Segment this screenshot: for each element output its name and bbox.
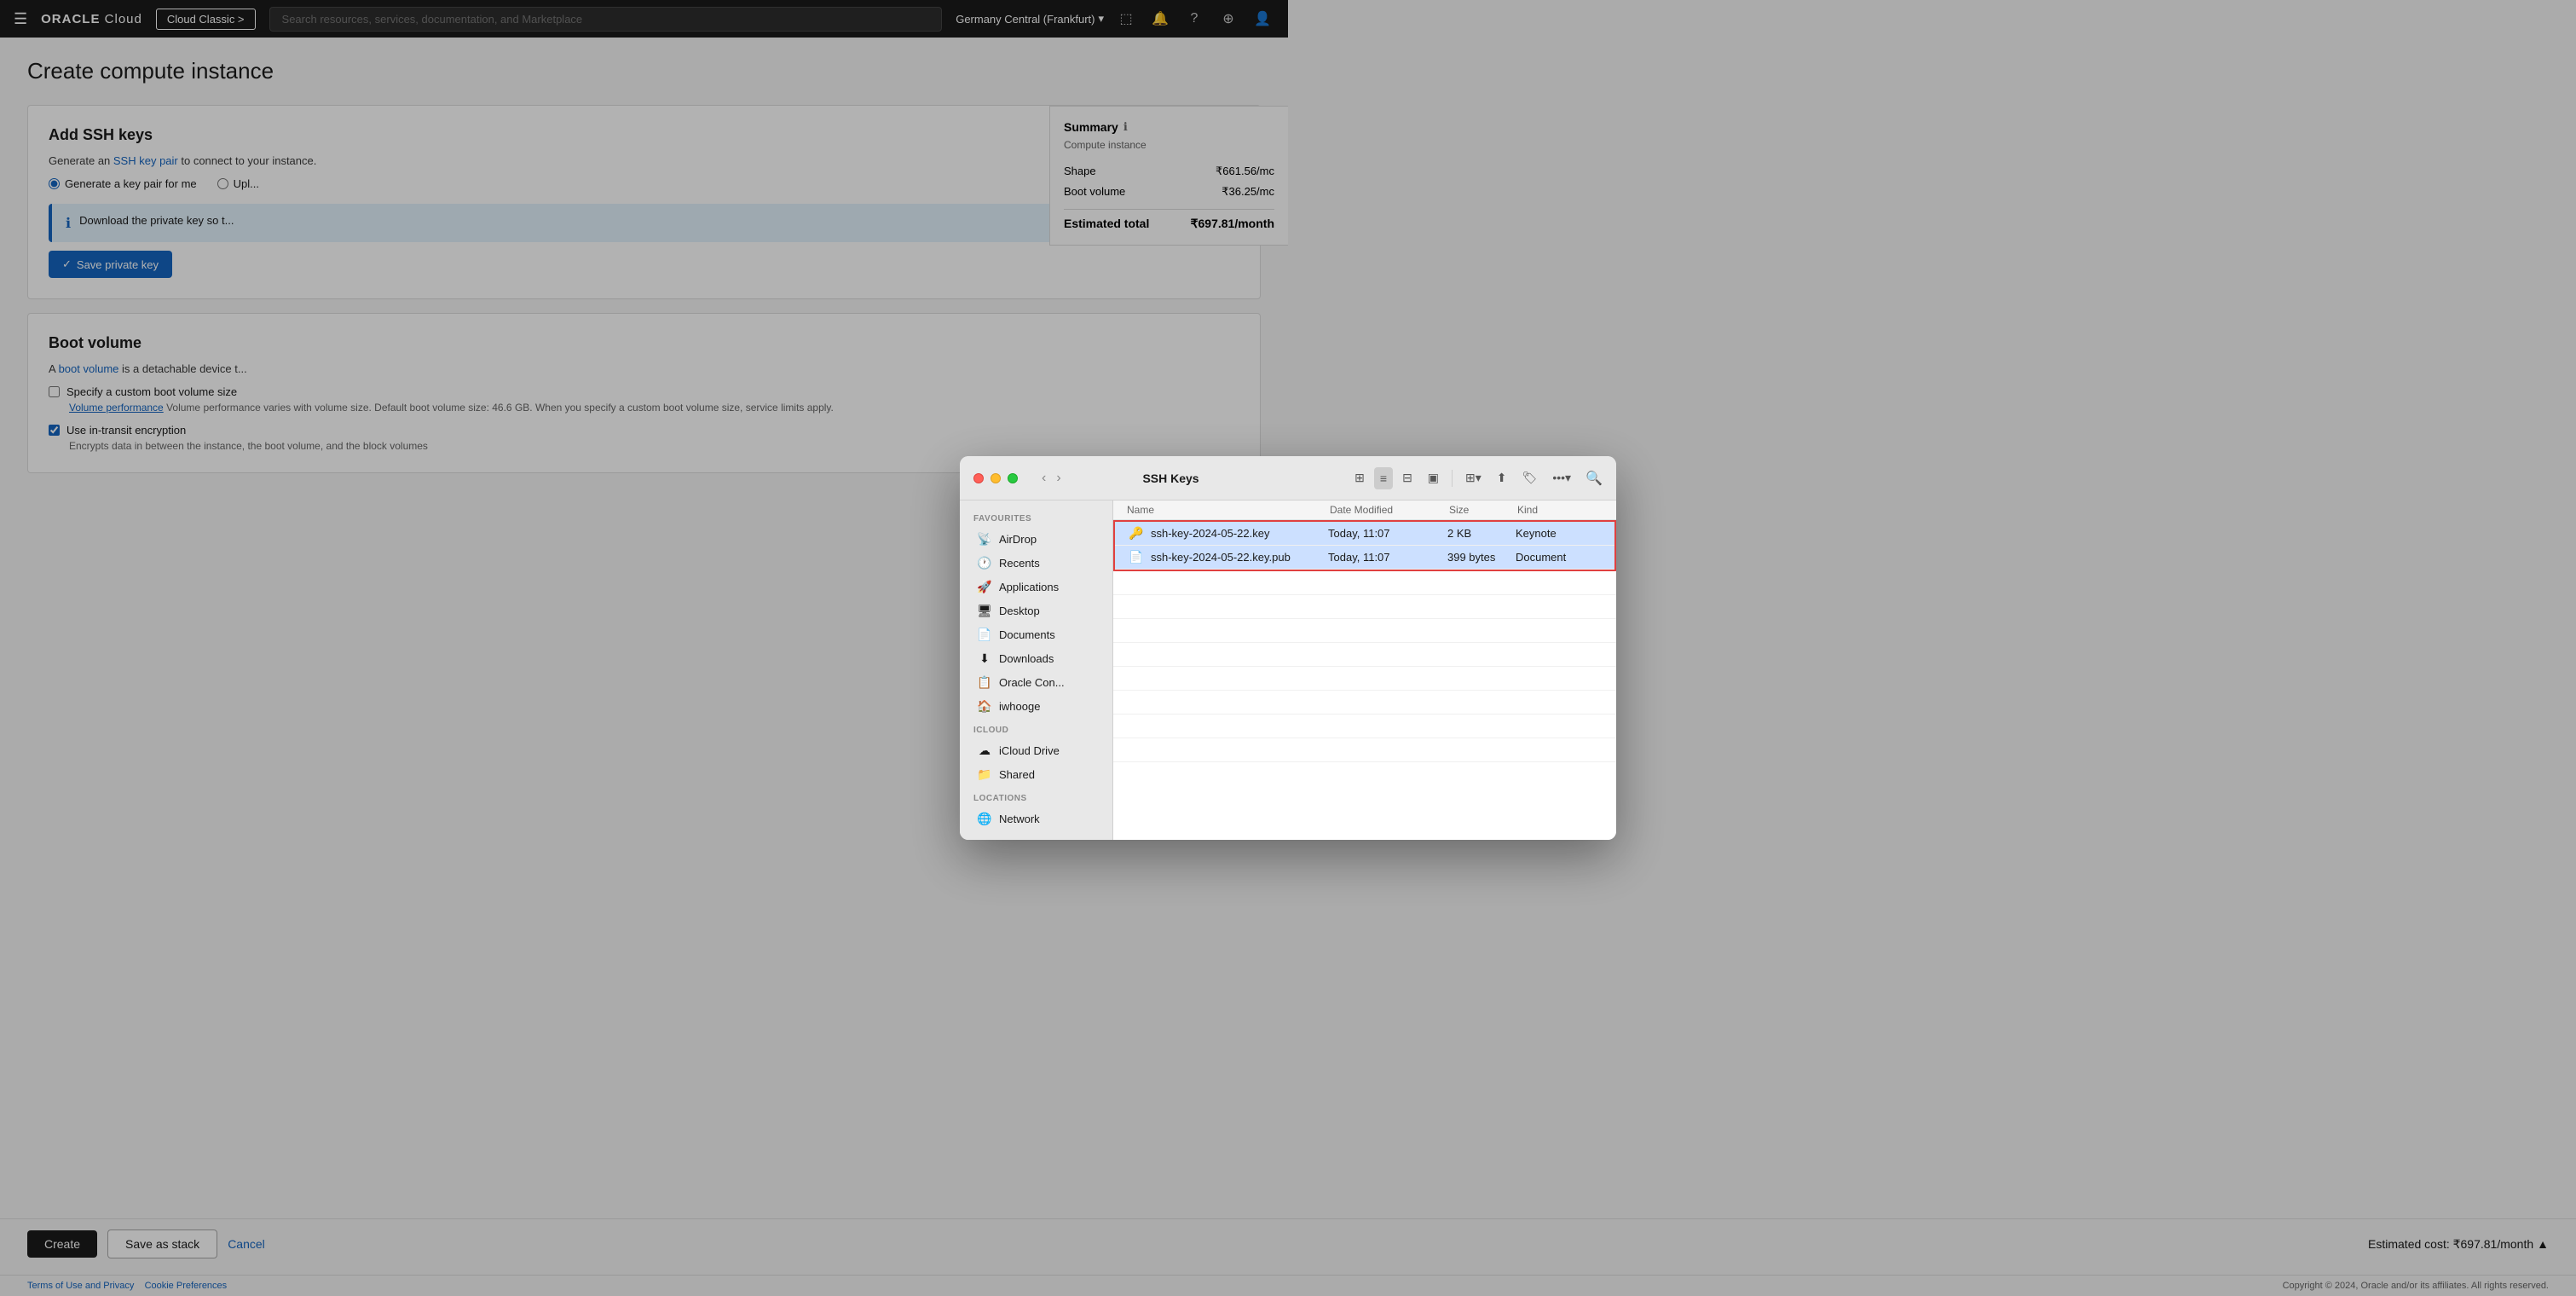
minimize-window-button[interactable]	[991, 473, 1001, 483]
shared-icon: 📁	[977, 767, 992, 782]
column-size[interactable]: Size	[1449, 504, 1517, 516]
home-icon: 🏠	[977, 699, 992, 714]
network-icon: 🌐	[977, 812, 992, 826]
sidebar-item-icloud-drive[interactable]: ☁ iCloud Drive	[963, 739, 1109, 762]
favourites-label: Favourites	[960, 507, 1112, 527]
pubkey-file-icon: 📄	[1129, 550, 1144, 564]
share-button[interactable]: ⬆	[1491, 466, 1513, 489]
empty-row-7	[1113, 715, 1616, 738]
column-modified[interactable]: Date Modified	[1330, 504, 1449, 516]
downloads-icon: ⬇	[977, 651, 992, 666]
dialog-title: SSH Keys	[1142, 472, 1198, 485]
airdrop-icon: 📡	[977, 532, 992, 547]
mac-finder-dialog: ‹ › SSH Keys ⊞ ≡ ⊟ ▣ ⊞▾ ⬆ 🏷 •••▾ 🔍 Favou…	[960, 456, 1616, 840]
sidebar-item-iwhooge[interactable]: 🏠 iwhooge	[963, 695, 1109, 718]
close-window-button[interactable]	[973, 473, 984, 483]
sidebar-item-downloads[interactable]: ⬇ Downloads	[963, 647, 1109, 670]
finder-sidebar: Favourites 📡 AirDrop 🕐 Recents 🚀 Applica…	[960, 500, 1113, 840]
gallery-view-button[interactable]: ▣	[1422, 466, 1445, 489]
sidebar-item-shared[interactable]: 📁 Shared	[963, 763, 1109, 786]
finder-content: Name Date Modified Size Kind 🔑 ssh-key-2…	[1113, 500, 1616, 840]
dialog-overlay: ‹ › SSH Keys ⊞ ≡ ⊟ ▣ ⊞▾ ⬆ 🏷 •••▾ 🔍 Favou…	[0, 0, 2576, 1296]
tag-button[interactable]: 🏷	[1516, 466, 1544, 489]
key-file-icon: 🔑	[1129, 526, 1144, 541]
toolbar-divider	[1452, 470, 1453, 487]
column-view-button[interactable]: ⊟	[1396, 466, 1418, 489]
dialog-body: Favourites 📡 AirDrop 🕐 Recents 🚀 Applica…	[960, 500, 1616, 840]
sidebar-item-desktop[interactable]: 🖥 Desktop	[963, 599, 1109, 622]
column-name[interactable]: Name	[1127, 504, 1330, 516]
back-button[interactable]: ‹	[1038, 471, 1049, 486]
file-row-pubkey[interactable]: 📄 ssh-key-2024-05-22.key.pub Today, 11:0…	[1115, 546, 1614, 570]
mac-titlebar: ‹ › SSH Keys ⊞ ≡ ⊟ ▣ ⊞▾ ⬆ 🏷 •••▾ 🔍	[960, 456, 1616, 500]
file-list-header: Name Date Modified Size Kind	[1113, 500, 1616, 520]
desktop-icon: 🖥	[977, 604, 992, 618]
sidebar-item-airdrop[interactable]: 📡 AirDrop	[963, 528, 1109, 551]
icloud-drive-icon: ☁	[977, 743, 992, 758]
group-button[interactable]: ⊞▾	[1459, 466, 1487, 489]
empty-row-3	[1113, 619, 1616, 643]
file-name-key: 🔑 ssh-key-2024-05-22.key	[1129, 526, 1328, 541]
empty-row-1	[1113, 571, 1616, 595]
more-button[interactable]: •••▾	[1546, 466, 1577, 489]
applications-icon: 🚀	[977, 580, 992, 594]
sidebar-item-oracle[interactable]: 📋 Oracle Con...	[963, 671, 1109, 694]
empty-row-4	[1113, 643, 1616, 667]
icloud-label: iCloud	[960, 719, 1112, 738]
grid-view-button[interactable]: ⊞	[1349, 466, 1371, 489]
column-kind[interactable]: Kind	[1517, 504, 1603, 516]
sidebar-item-network[interactable]: 🌐 Network	[963, 807, 1109, 830]
empty-row-2	[1113, 595, 1616, 619]
documents-icon: 📄	[977, 628, 992, 642]
empty-row-6	[1113, 691, 1616, 715]
empty-row-5	[1113, 667, 1616, 691]
list-view-button[interactable]: ≡	[1374, 467, 1393, 489]
sidebar-item-recents[interactable]: 🕐 Recents	[963, 552, 1109, 575]
recents-icon: 🕐	[977, 556, 992, 570]
oracle-folder-icon: 📋	[977, 675, 992, 690]
locations-label: Locations	[960, 787, 1112, 807]
file-row-key[interactable]: 🔑 ssh-key-2024-05-22.key Today, 11:07 2 …	[1115, 522, 1614, 546]
titlebar-nav: ‹ ›	[1038, 471, 1065, 486]
toolbar-icons: ⊞ ≡ ⊟ ▣ ⊞▾ ⬆ 🏷 •••▾ 🔍	[1349, 466, 1603, 489]
search-button[interactable]: 🔍	[1585, 470, 1603, 487]
sidebar-item-applications[interactable]: 🚀 Applications	[963, 576, 1109, 599]
file-name-pubkey: 📄 ssh-key-2024-05-22.key.pub	[1129, 550, 1328, 564]
empty-row-8	[1113, 738, 1616, 762]
sidebar-item-documents[interactable]: 📄 Documents	[963, 623, 1109, 646]
forward-button[interactable]: ›	[1053, 471, 1064, 486]
maximize-window-button[interactable]	[1008, 473, 1018, 483]
